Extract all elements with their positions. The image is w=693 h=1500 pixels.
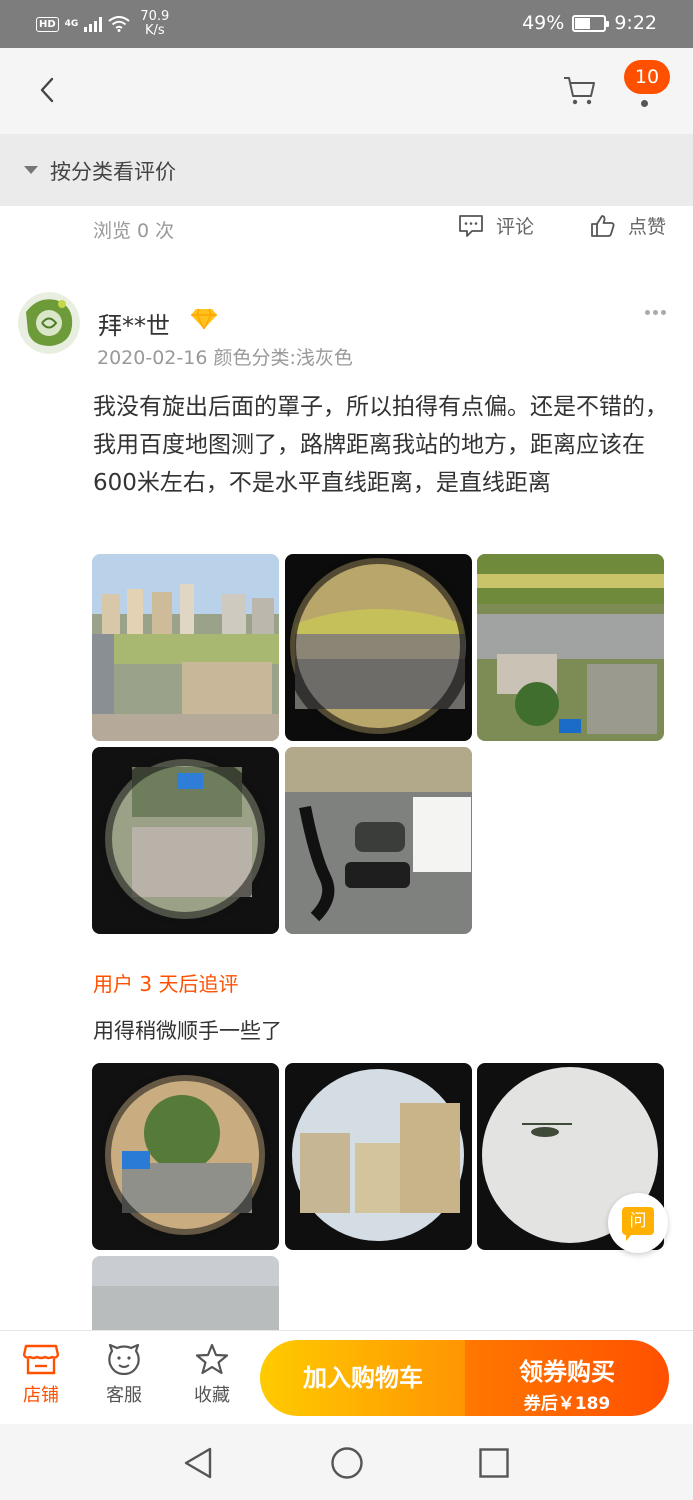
followup-text: 用得稍微顺手一些了 <box>93 1019 282 1043</box>
clock: 9:22 <box>614 12 657 34</box>
speed-value: 70.9 <box>140 9 170 24</box>
system-nav-bar <box>0 1424 693 1500</box>
back-arrow-icon[interactable] <box>34 76 62 104</box>
network-type: 4G <box>64 19 79 29</box>
ask-icon: 问 <box>622 1207 654 1241</box>
battery-percent: 49% <box>522 12 565 34</box>
triangle-down-icon <box>24 166 38 174</box>
hd-icon: HD <box>36 16 59 32</box>
ask-button[interactable]: 问 <box>608 1193 668 1253</box>
followup-photo[interactable] <box>92 1256 279 1330</box>
cart-icon[interactable] <box>562 74 598 108</box>
review-photo[interactable] <box>285 554 472 741</box>
review-stats: 浏览 0 次 评论 点赞 <box>0 206 693 252</box>
service-label: 客服 <box>106 1385 142 1406</box>
buy-label: 领券购买 <box>519 1358 615 1386</box>
service-icon <box>108 1343 140 1375</box>
shop-label: 店铺 <box>23 1385 59 1406</box>
wifi-icon <box>108 16 130 32</box>
top-nav: 10 <box>0 48 693 134</box>
more-dot-icon <box>641 100 648 107</box>
review-photo[interactable] <box>92 747 279 934</box>
message-badge[interactable]: 10 <box>624 60 670 94</box>
star-icon <box>195 1343 229 1375</box>
followup-label: 用户 3 天后追评 <box>93 972 239 996</box>
system-home-icon[interactable] <box>330 1446 364 1480</box>
network-speed: 70.9 K/s <box>140 10 169 38</box>
category-filter[interactable]: 按分类看评价 <box>0 134 693 206</box>
signal-icon <box>84 16 103 32</box>
review-photo[interactable] <box>285 747 472 934</box>
review-meta: 2020-02-16 颜色分类:浅灰色 <box>97 347 353 369</box>
system-recents-icon[interactable] <box>478 1447 510 1479</box>
review-photo[interactable] <box>92 554 279 741</box>
coupon-price: 券后￥189 <box>523 1394 611 1414</box>
review-text: 我没有旋出后面的罩子，所以拍得有点偏。还是不错的，我用百度地图测了，路牌距离我站… <box>93 394 668 496</box>
speed-unit: K/s <box>144 23 165 38</box>
favorite-button[interactable]: 收藏 <box>182 1343 242 1407</box>
bottom-action-bar: 店铺 客服 收藏 加入购物车 领券购买 券后￥189 <box>0 1330 693 1424</box>
review-photo[interactable] <box>477 554 664 741</box>
followup-photo[interactable] <box>285 1063 472 1250</box>
thumbs-up-icon <box>591 214 615 237</box>
comment-button[interactable]: 评论 <box>458 212 534 239</box>
like-label: 点赞 <box>628 216 667 238</box>
diamond-icon <box>191 308 217 330</box>
comment-icon <box>459 214 483 237</box>
status-bar: HD 4G 70.9 K/s 49% 9:22 <box>0 0 693 48</box>
customer-service-button[interactable]: 客服 <box>94 1343 154 1407</box>
avatar[interactable] <box>18 292 80 354</box>
more-options-icon[interactable] <box>645 310 669 318</box>
view-count: 浏览 0 次 <box>93 220 175 242</box>
followup-photo[interactable] <box>92 1063 279 1250</box>
category-filter-label: 按分类看评价 <box>50 160 176 184</box>
reviewer-name: 拜**世 <box>98 312 170 340</box>
status-left: HD 4G 70.9 K/s <box>36 10 169 38</box>
comment-label: 评论 <box>496 216 535 238</box>
shop-icon <box>23 1344 59 1375</box>
like-button[interactable]: 点赞 <box>590 212 666 239</box>
add-to-cart-button[interactable]: 加入购物车 <box>260 1340 466 1416</box>
buy-with-coupon-button[interactable]: 领券购买 券后￥189 <box>465 1340 669 1416</box>
status-right: 49% 9:22 <box>522 12 657 34</box>
battery-icon <box>572 14 610 32</box>
system-back-icon[interactable] <box>183 1446 213 1480</box>
shop-button[interactable]: 店铺 <box>11 1343 71 1407</box>
favorite-label: 收藏 <box>194 1385 230 1406</box>
